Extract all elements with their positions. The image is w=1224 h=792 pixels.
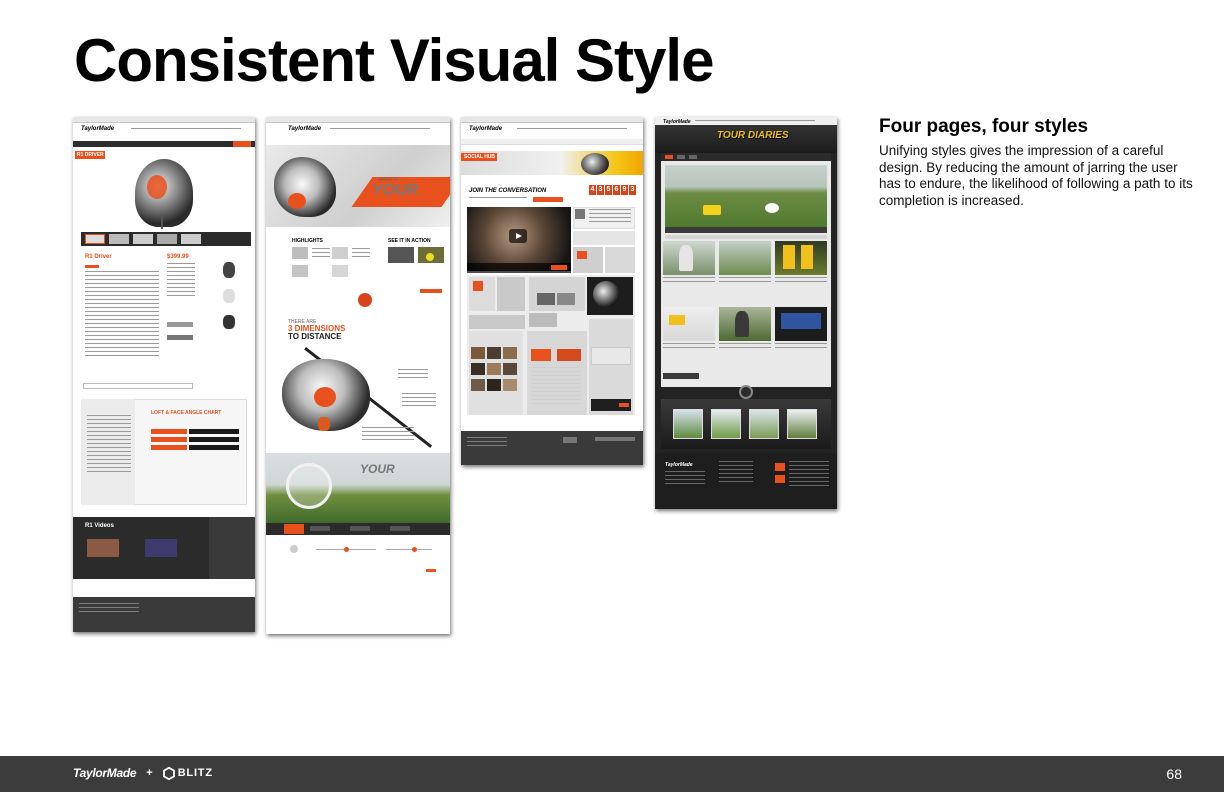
tab-active[interactable] (284, 524, 304, 534)
taylormade-logo: TaylorMade (288, 126, 322, 132)
video-thumbnail[interactable] (87, 539, 119, 557)
screenshot-r1-driver-page: TaylorMade R1 DRIVER R1 Driver $399.99 L… (73, 117, 255, 632)
counter-digit: 5 (605, 185, 612, 195)
counter-digit: 3 (629, 185, 636, 195)
slider-handle[interactable] (344, 547, 349, 552)
highlights-heading: HIGHLIGHTS (292, 238, 323, 244)
counter-digit: 9 (621, 185, 628, 195)
loft-chart-title: LOFT & FACE ANGLE CHART (151, 410, 222, 416)
taylormade-logo: TaylorMade (81, 126, 115, 132)
footer-plus: + (146, 767, 153, 779)
blitz-wordmark: BLITZ (177, 767, 213, 779)
join-conversation: JOIN THE CONVERSATION (469, 188, 547, 194)
product-price: $399.99 (167, 254, 189, 260)
sidebar-heading: Four pages, four styles (879, 116, 1089, 137)
follower-counter: 435693 (589, 185, 636, 195)
hero-yours: YOUR (372, 182, 419, 199)
footer-logo: TaylorMade (665, 462, 693, 468)
see-it-heading: SEE IT IN ACTION (388, 238, 431, 244)
page-number: 68 (1166, 766, 1182, 782)
add-to-cart-button[interactable] (167, 322, 193, 327)
blitz-hex-icon (162, 766, 175, 780)
counter-digit: 6 (613, 185, 620, 195)
course-yours-wordmark: YOUR (360, 462, 395, 476)
taylormade-footer-logo: TaylorMade (73, 766, 137, 780)
product-name: R1 Driver (85, 254, 112, 260)
slider-handle[interactable] (412, 547, 417, 552)
product-tag-label: R1 DRIVER (77, 152, 104, 158)
videos-heading: R1 Videos (85, 523, 114, 529)
tour-hero-image (665, 165, 827, 227)
slide-title: Consistent Visual Style (74, 27, 714, 94)
blitz-footer-logo: BLITZ (162, 766, 213, 780)
taylormade-logo: TaylorMade (469, 126, 503, 132)
video-thumbnail[interactable] (388, 247, 414, 263)
screenshot-make-it-yours-page: TaylorMade MAKE IT YOUR HIGHLIGHTS SEE I… (266, 117, 450, 634)
screenshot-tour-diaries-page: TaylorMade TOUR DIARIES TaylorMade (655, 117, 837, 509)
video-thumbnail[interactable] (145, 539, 177, 557)
social-hub-tag-label: SOCIAL HUB (464, 154, 496, 160)
sidebar-body: Unifying styles gives the impression of … (879, 143, 1193, 208)
to-distance: TO DISTANCE (288, 332, 342, 341)
slide-footer: TaylorMade + BLITZ 68 (0, 756, 1224, 792)
counter-digit: 3 (597, 185, 604, 195)
screenshot-social-hub-page: TaylorMade SOCIAL HUB JOIN THE CONVERSAT… (461, 117, 643, 465)
tour-diaries-banner: TOUR DIARIES (717, 130, 789, 141)
counter-digit: 4 (589, 185, 596, 195)
